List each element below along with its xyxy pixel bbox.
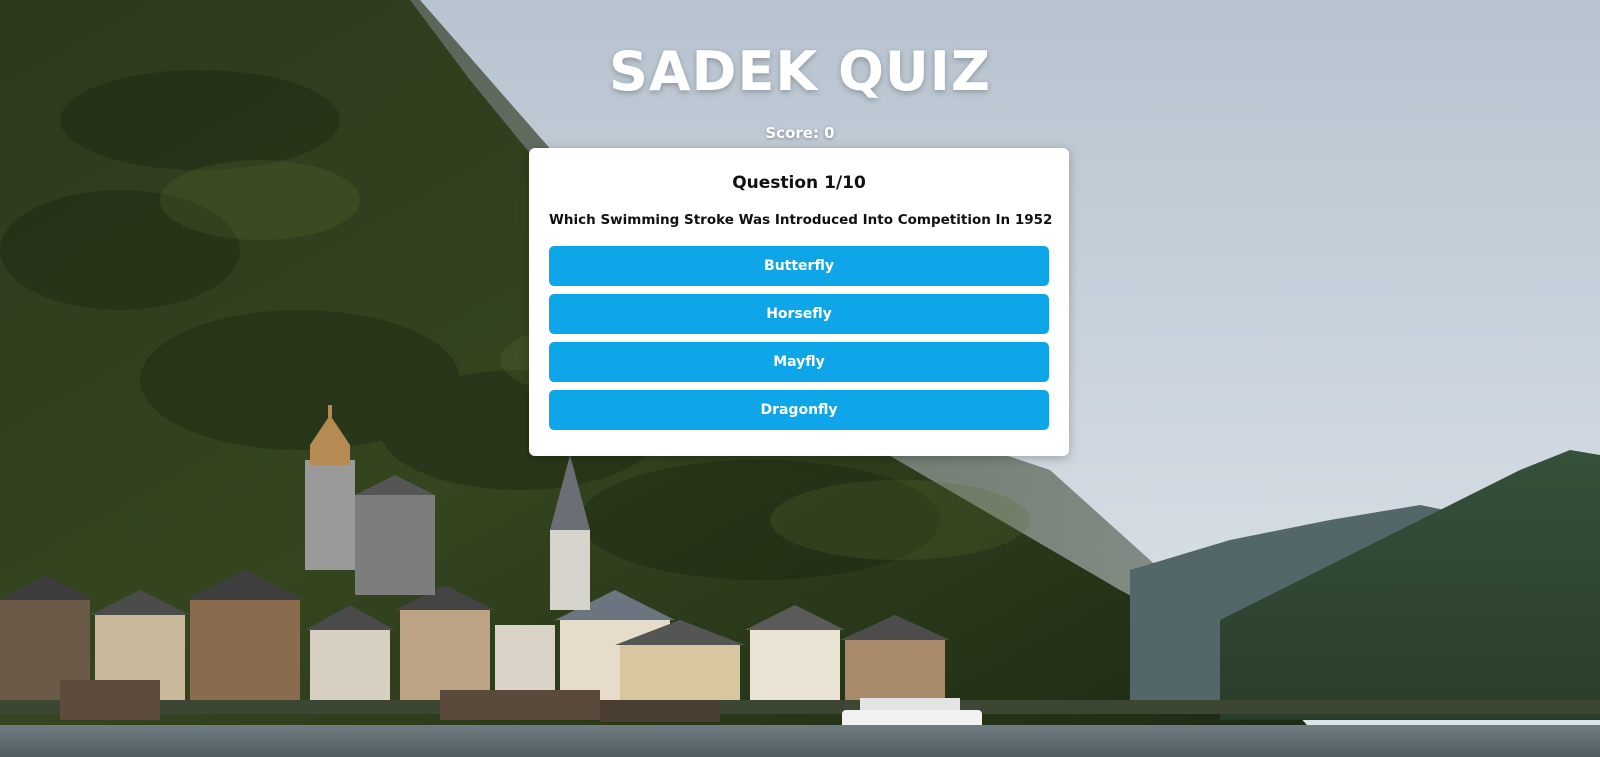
answer-button-dragonfly[interactable]: Dragonfly: [549, 390, 1049, 430]
quiz-page: SADEK QUIZ Score: 0 Question 1/10 Which …: [0, 0, 1600, 757]
app-title: SADEK QUIZ: [608, 40, 992, 103]
answer-button-butterfly[interactable]: Butterfly: [549, 246, 1049, 286]
score-display: Score: 0: [765, 124, 835, 142]
question-counter: Question 1/10: [732, 173, 866, 193]
answer-button-horsefly[interactable]: Horsefly: [549, 294, 1049, 334]
question-card: Question 1/10 Which Swimming Stroke Was …: [529, 148, 1069, 456]
question-text: Which Swimming Stroke Was Introduced Int…: [549, 212, 1053, 228]
answer-button-mayfly[interactable]: Mayfly: [549, 342, 1049, 382]
